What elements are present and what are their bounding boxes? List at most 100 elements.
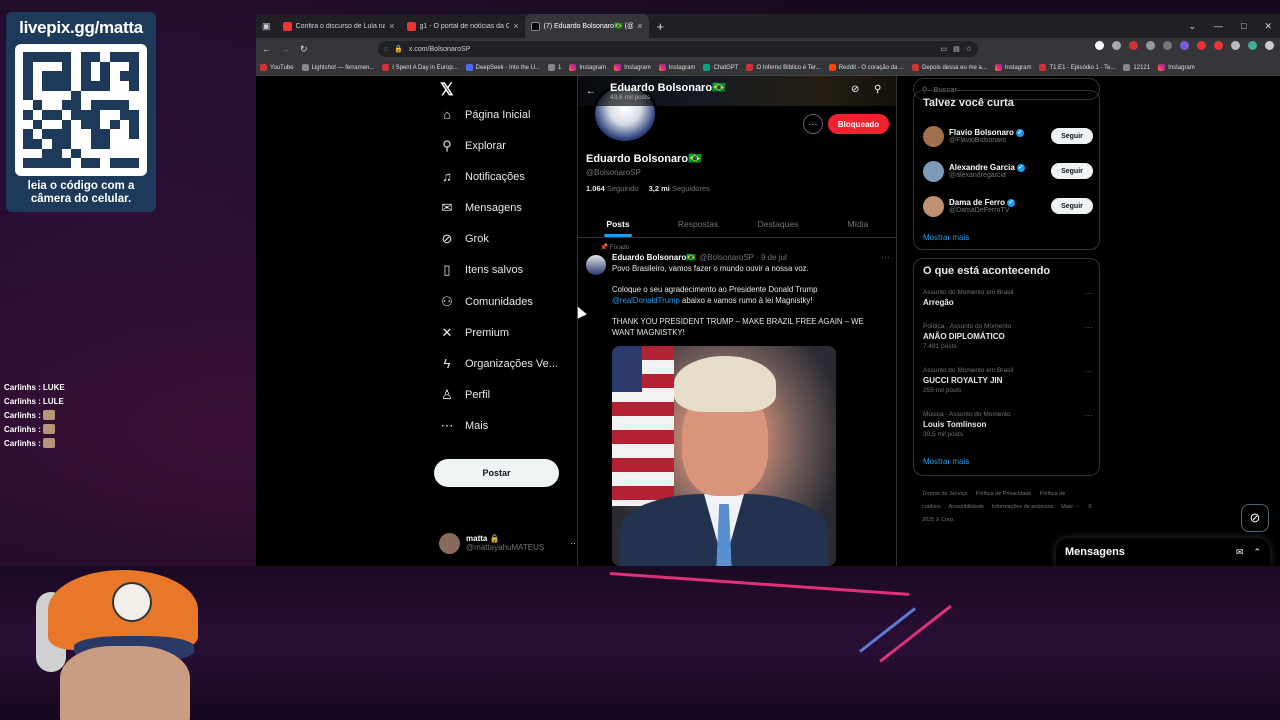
footer-link[interactable]: Mais ··· (1061, 504, 1080, 510)
footer-link[interactable]: Informações de anúncios (992, 504, 1053, 510)
tab-posts[interactable]: Posts (578, 210, 658, 237)
nav-item-p-gina-inicial[interactable]: ⌂ Página Inicial (440, 108, 530, 122)
bookmark-item[interactable]: ChatGPT (703, 64, 738, 71)
nav-item-mensagens[interactable]: ✉ Mensagens (440, 201, 522, 215)
browser-tab[interactable]: g1 - O portal de notícias da Gl... × (401, 14, 525, 38)
bookmark-item[interactable]: O Inferno Bíblico é Ter... (746, 64, 821, 71)
bookmark-item[interactable]: 12121 (1123, 64, 1150, 71)
extension-icon[interactable] (1163, 41, 1172, 50)
more-icon[interactable]: ··· (1085, 411, 1093, 420)
bookmark-item[interactable]: YouTube (260, 64, 294, 71)
bookmark-item[interactable]: 1 (548, 64, 561, 71)
back-arrow-icon[interactable]: ← (586, 86, 610, 97)
suggested-account[interactable]: Dama de Ferro ✓ @DamaDeFerroTV Seguir (923, 193, 1093, 219)
pinned-tweet[interactable]: 📌 Fixado Eduardo Bolsonaro🇧🇷 @BolsonaroS… (578, 240, 896, 566)
extension-icon[interactable] (1112, 41, 1121, 50)
nav-item-notifica-es[interactable]: ♫ Notificações (440, 170, 525, 184)
extension-icon[interactable] (1197, 41, 1206, 50)
nav-item-explorar[interactable]: ⚲ Explorar (440, 139, 506, 153)
post-button[interactable]: Postar (434, 459, 559, 487)
new-tab-icon[interactable]: + (649, 19, 673, 34)
search-icon[interactable]: ⚲ (874, 84, 881, 95)
screenshot-icon[interactable]: ▭ (940, 45, 947, 53)
footer-link[interactable]: Termos de Serviço (922, 491, 968, 497)
extension-icon[interactable] (1129, 41, 1138, 50)
nav-item-mais[interactable]: ⋯ Mais (440, 419, 489, 433)
bookmark-item[interactable]: Instagram (994, 64, 1031, 71)
close-icon[interactable]: × (389, 21, 394, 31)
tab-list-icon[interactable]: ⌄ (1188, 21, 1196, 32)
tweet-image[interactable] (612, 346, 836, 566)
close-icon[interactable]: × (637, 21, 642, 31)
tab-highlights[interactable]: Destaques (738, 210, 818, 237)
suggested-account[interactable]: Alexandre Garcia ✓ @alexandregarcia Seguir (923, 158, 1093, 184)
trend-item[interactable]: Assunto do Momento em Brasil GUCCI ROYALT… (923, 367, 1093, 394)
tab-replies[interactable]: Respostas (658, 210, 738, 237)
extension-icon[interactable] (1095, 41, 1104, 50)
reload-icon[interactable]: ↻ (300, 44, 308, 55)
bookmark-item[interactable]: I Spent A Day in Europ... (382, 64, 458, 71)
more-icon[interactable]: ··· (1085, 367, 1093, 376)
more-icon[interactable]: ··· (1085, 289, 1093, 298)
tab-search-icon[interactable]: ▣ (256, 21, 277, 32)
maximize-icon[interactable]: □ (1241, 21, 1246, 31)
minimize-icon[interactable]: — (1214, 21, 1223, 31)
nav-item-grok[interactable]: ⊘ Grok (440, 232, 489, 246)
tab-media[interactable]: Mídia (818, 210, 896, 237)
address-bar[interactable]: ◌ 🔒 x.com/BolsonaroSP ▭ ▤ ☆ (378, 41, 978, 57)
forward-icon[interactable]: → (281, 44, 290, 54)
follow-button[interactable]: Seguir (1051, 128, 1093, 144)
bookmark-item[interactable]: T1:E1 - Episódio 1 - Te... (1039, 64, 1115, 71)
bookmark-item[interactable]: Reddit - O coração da ... (828, 64, 904, 71)
bookmark-item[interactable]: Instagram (569, 64, 606, 71)
nav-item-perfil[interactable]: ♙ Perfil (440, 388, 490, 402)
expand-icon[interactable]: ⌃ (1253, 547, 1261, 558)
suggested-account[interactable]: Flavio Bolsonaro ✓ @FlavioBolsonaro Seguir (923, 123, 1093, 149)
bookmark-item[interactable]: DeepSeek - Into the U... (465, 64, 540, 71)
grok-float-icon[interactable]: ⊘ (1241, 504, 1269, 532)
new-message-icon[interactable]: ✉ (1236, 547, 1244, 558)
follow-button[interactable]: Seguir (1051, 163, 1093, 179)
blocked-button[interactable]: Bloqueado (828, 114, 889, 134)
x-logo-icon[interactable]: 𝕏 (440, 80, 454, 100)
install-icon[interactable]: ▤ (953, 45, 960, 53)
back-icon[interactable]: ← (262, 44, 271, 54)
close-window-icon[interactable]: ✕ (1264, 21, 1272, 32)
more-options-button[interactable]: ··· (803, 114, 823, 134)
close-icon[interactable]: × (513, 21, 518, 31)
site-info-icon[interactable]: ◌ (384, 46, 388, 53)
browser-tab[interactable]: Confira o discurso de Lula na C...× (277, 14, 401, 38)
extension-icon[interactable] (1231, 41, 1240, 50)
extension-icon[interactable] (1180, 41, 1189, 50)
volume-icon[interactable] (1146, 41, 1155, 50)
following-link[interactable]: 1.064 Seguindo (586, 184, 639, 193)
nav-item-premium[interactable]: ✕ Premium (440, 326, 509, 340)
footer-link[interactable]: Política de Privacidade (976, 491, 1032, 497)
menu-icon[interactable] (1265, 41, 1274, 50)
bookmark-item[interactable]: Instagram (1158, 64, 1195, 71)
messages-drawer[interactable]: Mensagens ✉ ⌃ (1056, 538, 1270, 566)
bookmark-item[interactable]: Instagram (614, 64, 651, 71)
followers-link[interactable]: 3,2 mi Seguidores (649, 184, 710, 193)
account-switcher[interactable]: matta 🔒 @mattayahuMATEUS ··· (439, 530, 579, 556)
grok-icon[interactable]: ⊘ (851, 84, 859, 95)
follow-button[interactable]: Seguir (1051, 198, 1093, 214)
profile-icon[interactable] (1248, 41, 1257, 50)
tweet-more-icon[interactable]: ··· (881, 252, 890, 262)
trend-item[interactable]: Política · Assunto do Momento ANÃO DIPLOM… (923, 323, 1093, 350)
extension-icon[interactable] (1214, 41, 1223, 50)
avatar[interactable] (586, 255, 606, 275)
nav-item-comunidades[interactable]: ⚇ Comunidades (440, 295, 533, 309)
tweet-author[interactable]: Eduardo Bolsonaro🇧🇷 (612, 253, 696, 262)
nav-item-itens-salvos[interactable]: ▯ Itens salvos (440, 263, 523, 277)
bookmark-item[interactable]: Depois dessa eu me a... (912, 64, 987, 71)
mention-link[interactable]: @realDonaldTrump (612, 296, 680, 305)
star-icon[interactable]: ☆ (966, 45, 972, 53)
trend-item[interactable]: Assunto do Momento em Brasil Arregão ··· (923, 289, 1093, 307)
nav-item-organiza-es-ve[interactable]: ϟ Organizações Ve... (440, 357, 558, 371)
more-icon[interactable]: ··· (1085, 323, 1093, 332)
show-more-link[interactable]: Mostrar mais (923, 233, 969, 242)
show-more-link[interactable]: Mostrar mais (923, 457, 969, 466)
bookmark-item[interactable]: Lightshot — ferramen... (301, 64, 374, 71)
browser-tab-active[interactable]: (7) Eduardo Bolsonaro🇧🇷 (@Bol...× (524, 14, 649, 38)
